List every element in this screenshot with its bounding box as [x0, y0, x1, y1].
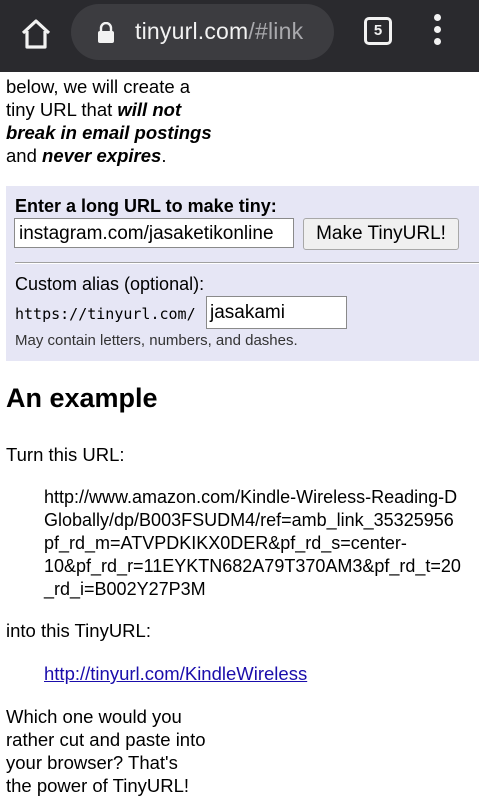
custom-alias-label: Custom alias (optional):	[15, 274, 205, 294]
address-bar[interactable]: tinyurl.com/#link	[71, 4, 334, 60]
browser-toolbar: tinyurl.com/#link 5	[0, 0, 479, 72]
long-url-line: _rd_i=B002Y27P3M	[44, 579, 206, 599]
turn-url-text: Turn this URL:	[6, 444, 125, 465]
home-icon[interactable]	[18, 16, 54, 52]
intro-paragraph: below, we will create a tiny URL that wi…	[6, 75, 221, 167]
intro-text-end: .	[161, 145, 167, 166]
custom-alias-input[interactable]: jasakami	[206, 296, 347, 329]
long-url-line: pf_rd_m=ATVPDKIKX0DER&pf_rd_s=center-	[44, 533, 407, 553]
long-url-example: http://www.amazon.com/Kindle-Wireless-Re…	[44, 486, 479, 601]
lock-icon	[97, 21, 115, 44]
closing-paragraph: Which one would you rather cut and paste…	[6, 706, 206, 796]
tab-switcher-button[interactable]: 5	[364, 17, 392, 45]
overflow-menu-icon[interactable]	[429, 14, 445, 50]
alias-prefix: https://tinyurl.com/	[15, 305, 196, 323]
long-url-input[interactable]: instagram.com/jasaketikonline	[14, 218, 294, 248]
intro-text-mid: and	[6, 145, 43, 166]
long-url-label: Enter a long URL to make tiny:	[15, 196, 277, 216]
tinyurl-example-link[interactable]: http://tinyurl.com/KindleWireless	[44, 663, 307, 685]
make-tinyurl-button[interactable]: Make TinyURL!	[303, 218, 459, 250]
shorten-form: Enter a long URL to make tiny: instagram…	[6, 186, 479, 361]
url-path: /#link	[248, 18, 304, 44]
url-host: tinyurl.com	[135, 18, 249, 44]
address-text: tinyurl.com/#link	[135, 18, 303, 45]
intro-bold-never-expires: never expires	[42, 145, 162, 166]
long-url-line: http://www.amazon.com/Kindle-Wireless-Re…	[44, 487, 458, 507]
long-url-line: 10&pf_rd_r=11EYKTN682A79T370AM3&pf_rd_t=…	[44, 556, 461, 576]
long-url-line: Globally/dp/B003FSUDM4/ref=amb_link_3532…	[44, 510, 454, 530]
into-tinyurl-text: into this TinyURL:	[6, 620, 151, 641]
alias-hint: May contain letters, numbers, and dashes…	[15, 332, 298, 349]
form-divider	[15, 262, 479, 264]
example-heading: An example	[6, 383, 158, 413]
